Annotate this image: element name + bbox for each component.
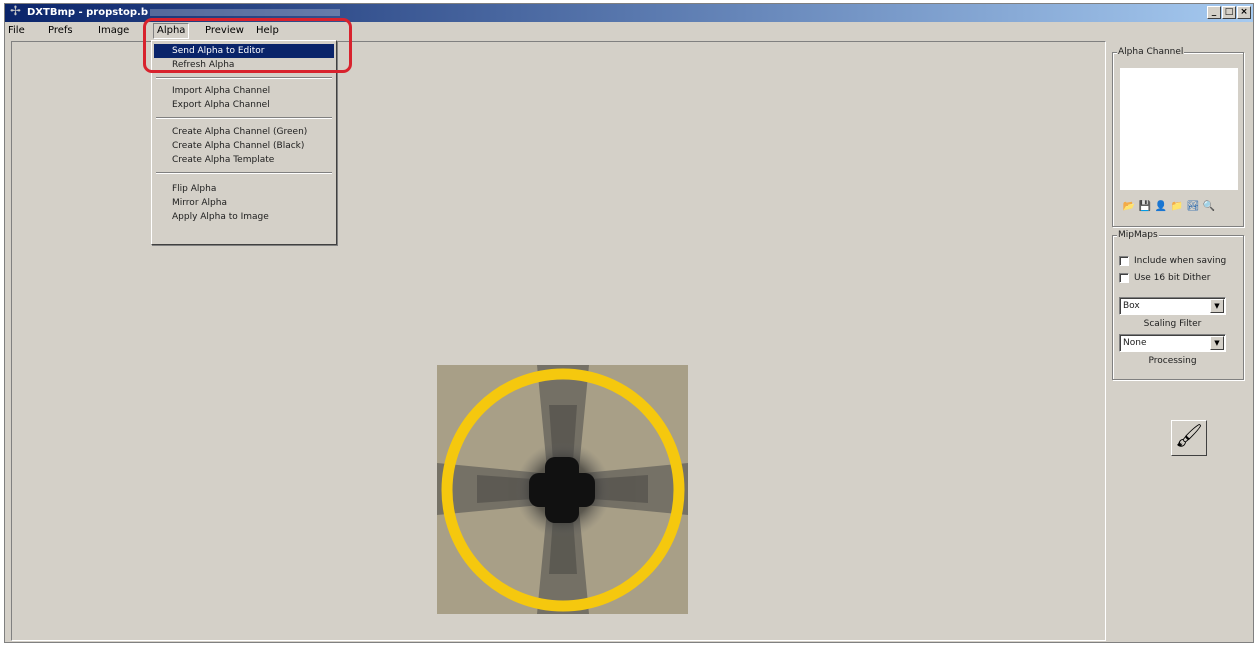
alpha-channel-preview — [1120, 68, 1238, 190]
open-folder-icon[interactable]: 📂 — [1122, 200, 1136, 214]
paintbrush-icon: 🖌 — [1175, 424, 1203, 449]
minimize-button[interactable]: _ — [1207, 6, 1221, 19]
chevron-down-icon[interactable]: ▼ — [1210, 299, 1224, 313]
maximize-button[interactable]: □ — [1222, 6, 1236, 19]
checkbox-box[interactable] — [1119, 273, 1129, 283]
magnifier-icon[interactable]: 🔍 — [1202, 200, 1216, 214]
app-window: ✢ DXTBmp - propstop.b _ □ × File Prefs I… — [4, 3, 1254, 643]
texture-preview — [437, 365, 688, 614]
menu-separator — [156, 172, 332, 174]
close-button[interactable]: × — [1237, 6, 1251, 19]
menu-image[interactable]: Image — [95, 24, 132, 38]
dxtbmp-app-icon[interactable]: ✢ — [10, 5, 24, 19]
include-when-saving-checkbox[interactable]: Include when saving — [1119, 255, 1226, 267]
scaling-filter-caption: Scaling Filter — [1143, 319, 1202, 329]
alpha-channel-group: Alpha Channel 📂 💾 👤 📁 🏞 🔍 — [1112, 46, 1244, 227]
mipmaps-group: MipMaps Include when saving Use 16 bit D… — [1112, 229, 1244, 380]
menu-item-import-alpha-channel[interactable]: Import Alpha Channel — [154, 84, 334, 98]
menu-item-mirror-alpha[interactable]: Mirror Alpha — [154, 196, 334, 210]
alpha-toolbar: 📂 💾 👤 📁 🏞 🔍 — [1122, 200, 1216, 214]
mipmaps-label: MipMaps — [1117, 229, 1159, 241]
window-title: DXTBmp - propstop.b — [27, 7, 148, 18]
checkbox-label: Use 16 bit Dither — [1134, 273, 1211, 283]
menu-item-create-alpha-channel-black[interactable]: Create Alpha Channel (Black) — [154, 139, 334, 153]
processing-value: None — [1123, 338, 1147, 348]
folder-icon[interactable]: 📁 — [1170, 200, 1184, 214]
paint-editor-button[interactable]: 🖌 — [1171, 420, 1207, 456]
texture-image — [437, 365, 688, 614]
scaling-filter-value: Box — [1123, 301, 1140, 311]
person-icon[interactable]: 👤 — [1154, 200, 1168, 214]
menu-item-apply-alpha-to-image[interactable]: Apply Alpha to Image — [154, 210, 334, 224]
processing-select[interactable]: None ▼ — [1119, 334, 1226, 352]
scaling-filter-select[interactable]: Box ▼ — [1119, 297, 1226, 315]
annotation-highlight — [143, 18, 352, 73]
menu-item-flip-alpha[interactable]: Flip Alpha — [154, 182, 334, 196]
save-icon[interactable]: 💾 — [1138, 200, 1152, 214]
menu-separator — [156, 117, 332, 119]
chevron-down-icon[interactable]: ▼ — [1210, 336, 1224, 350]
window-controls: _ □ × — [1206, 6, 1251, 19]
landscape-icon[interactable]: 🏞 — [1186, 200, 1200, 214]
processing-caption: Processing — [1148, 356, 1197, 366]
menu-separator — [156, 77, 332, 79]
menu-item-export-alpha-channel[interactable]: Export Alpha Channel — [154, 98, 334, 112]
menu-item-create-alpha-template[interactable]: Create Alpha Template — [154, 153, 334, 167]
use-16-bit-dither-checkbox[interactable]: Use 16 bit Dither — [1119, 272, 1211, 284]
checkbox-box[interactable] — [1119, 256, 1129, 266]
checkbox-label: Include when saving — [1134, 256, 1227, 266]
menu-item-create-alpha-channel-green[interactable]: Create Alpha Channel (Green) — [154, 125, 334, 139]
title-redacted — [149, 8, 340, 16]
menu-prefs[interactable]: Prefs — [45, 24, 76, 38]
menu-file[interactable]: File — [5, 24, 28, 38]
alpha-channel-label: Alpha Channel — [1117, 46, 1185, 58]
